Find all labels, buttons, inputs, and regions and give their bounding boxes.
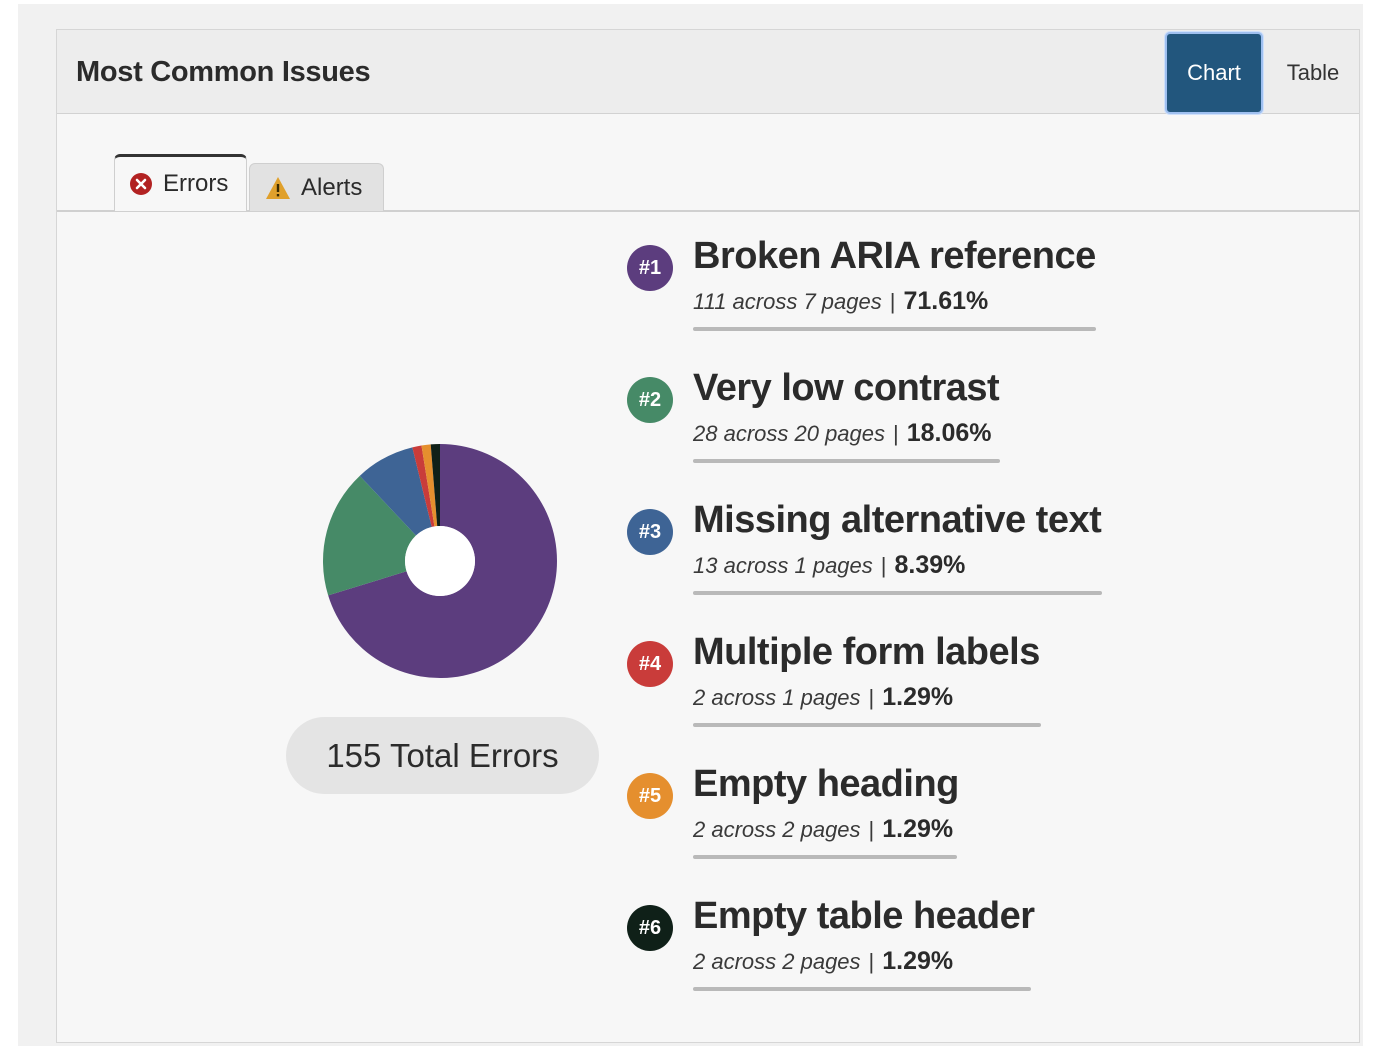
most-common-issues-panel: Most Common Issues Chart Table Errors Al… — [56, 29, 1360, 1043]
separator: | — [868, 685, 875, 710]
separator: | — [880, 553, 887, 578]
issue-count: 2 across 1 pages — [693, 685, 861, 710]
tab-errors[interactable]: Errors — [114, 154, 247, 211]
rank-badge: #2 — [627, 377, 673, 423]
rank-badge: #1 — [627, 245, 673, 291]
errors-donut-chart — [322, 443, 558, 684]
issue-percent: 8.39% — [894, 551, 966, 579]
issue-percent: 18.06% — [906, 419, 992, 447]
tab-errors-label: Errors — [163, 170, 229, 197]
donut-hole — [405, 526, 475, 596]
issue-count: 111 across 7 pages — [693, 289, 882, 314]
issue-meta: 13 across 1 pages | 8.39% — [693, 551, 965, 580]
issue-underline — [693, 327, 1096, 331]
rank-badge: #3 — [627, 509, 673, 555]
issue-meta: 111 across 7 pages | 71.61% — [693, 287, 988, 316]
separator: | — [868, 949, 875, 974]
issue-meta: 2 across 2 pages | 1.29% — [693, 815, 953, 844]
issue-name: Multiple form labels — [693, 631, 1040, 673]
issue-count: 28 across 20 pages — [693, 421, 886, 446]
issue-name: Empty table header — [693, 895, 1035, 937]
tab-alerts[interactable]: Alerts — [249, 163, 384, 211]
issue-count: 2 across 2 pages — [693, 817, 861, 842]
issue-percent: 1.29% — [882, 815, 954, 843]
rank-badge: #5 — [627, 773, 673, 819]
warning-triangle-icon — [265, 176, 291, 200]
separator: | — [893, 421, 899, 446]
page-background: Most Common Issues Chart Table Errors Al… — [18, 4, 1363, 1046]
tab-alerts-label: Alerts — [301, 173, 363, 201]
panel-header: Most Common Issues Chart Table — [57, 30, 1359, 114]
table-view-button[interactable]: Table — [1273, 32, 1353, 114]
issue-underline — [693, 591, 1102, 595]
separator: | — [868, 817, 875, 842]
issue-meta: 2 across 1 pages | 1.29% — [693, 683, 953, 712]
issue-underline — [693, 723, 1041, 727]
error-circle-icon — [129, 172, 153, 196]
issue-name: Empty heading — [693, 763, 959, 805]
issue-percent: 71.61% — [903, 287, 989, 315]
total-errors-pill: 155 Total Errors — [286, 717, 599, 794]
issue-meta: 2 across 2 pages | 1.29% — [693, 947, 953, 976]
issue-meta: 28 across 20 pages | 18.06% — [693, 419, 992, 448]
issue-count: 2 across 2 pages — [693, 949, 861, 974]
issue-underline — [693, 987, 1031, 991]
issue-name: Missing alternative text — [693, 499, 1102, 541]
separator: | — [889, 289, 896, 314]
issue-percent: 1.29% — [882, 683, 954, 711]
donut-chart-svg — [323, 444, 557, 678]
rank-badge: #4 — [627, 641, 673, 687]
rank-badge: #6 — [627, 905, 673, 951]
issue-count: 13 across 1 pages — [693, 553, 873, 578]
issue-underline — [693, 855, 957, 859]
issue-name: Very low contrast — [693, 367, 1000, 409]
issue-percent: 1.29% — [882, 947, 954, 975]
panel-title: Most Common Issues — [76, 56, 371, 88]
issue-name: Broken ARIA reference — [693, 235, 1096, 277]
issue-underline — [693, 459, 1000, 463]
chart-view-button[interactable]: Chart — [1165, 32, 1263, 114]
